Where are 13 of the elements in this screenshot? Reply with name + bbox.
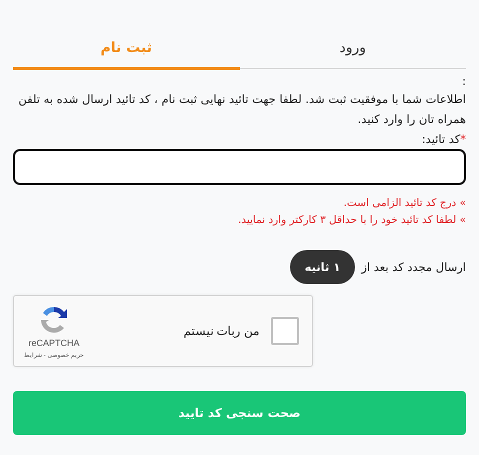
code-input-field[interactable]: [13, 149, 466, 185]
captcha-label: من ربات نیستم: [182, 324, 259, 338]
required-mark: *: [460, 132, 466, 146]
countdown-badge: ۱ ثانیه: [290, 250, 356, 284]
error-message: » درج کد تائید الزامی است.: [342, 196, 466, 211]
resend-label: ارسال مجدد کد بعد از: [361, 260, 466, 274]
field-label: کد تائید:: [422, 132, 460, 146]
error-message: » لطفا کد تائید خود را با حداقل ۳ کارکتر وارد نمایید.: [236, 213, 466, 228]
info-message: اطلاعات شما با موفقیت ثبت شد. لطفا جهت تائید نهایی ثبت نام ، کد تائید ارسال شده به تلفن همراه تان را وارد کنید.: [17, 91, 466, 128]
captcha-brand: reCAPTCHA: [28, 338, 80, 348]
captcha-checkbox[interactable]: [271, 317, 299, 345]
tab[interactable]: ورود: [240, 28, 466, 70]
prefix-text: :: [461, 73, 466, 89]
